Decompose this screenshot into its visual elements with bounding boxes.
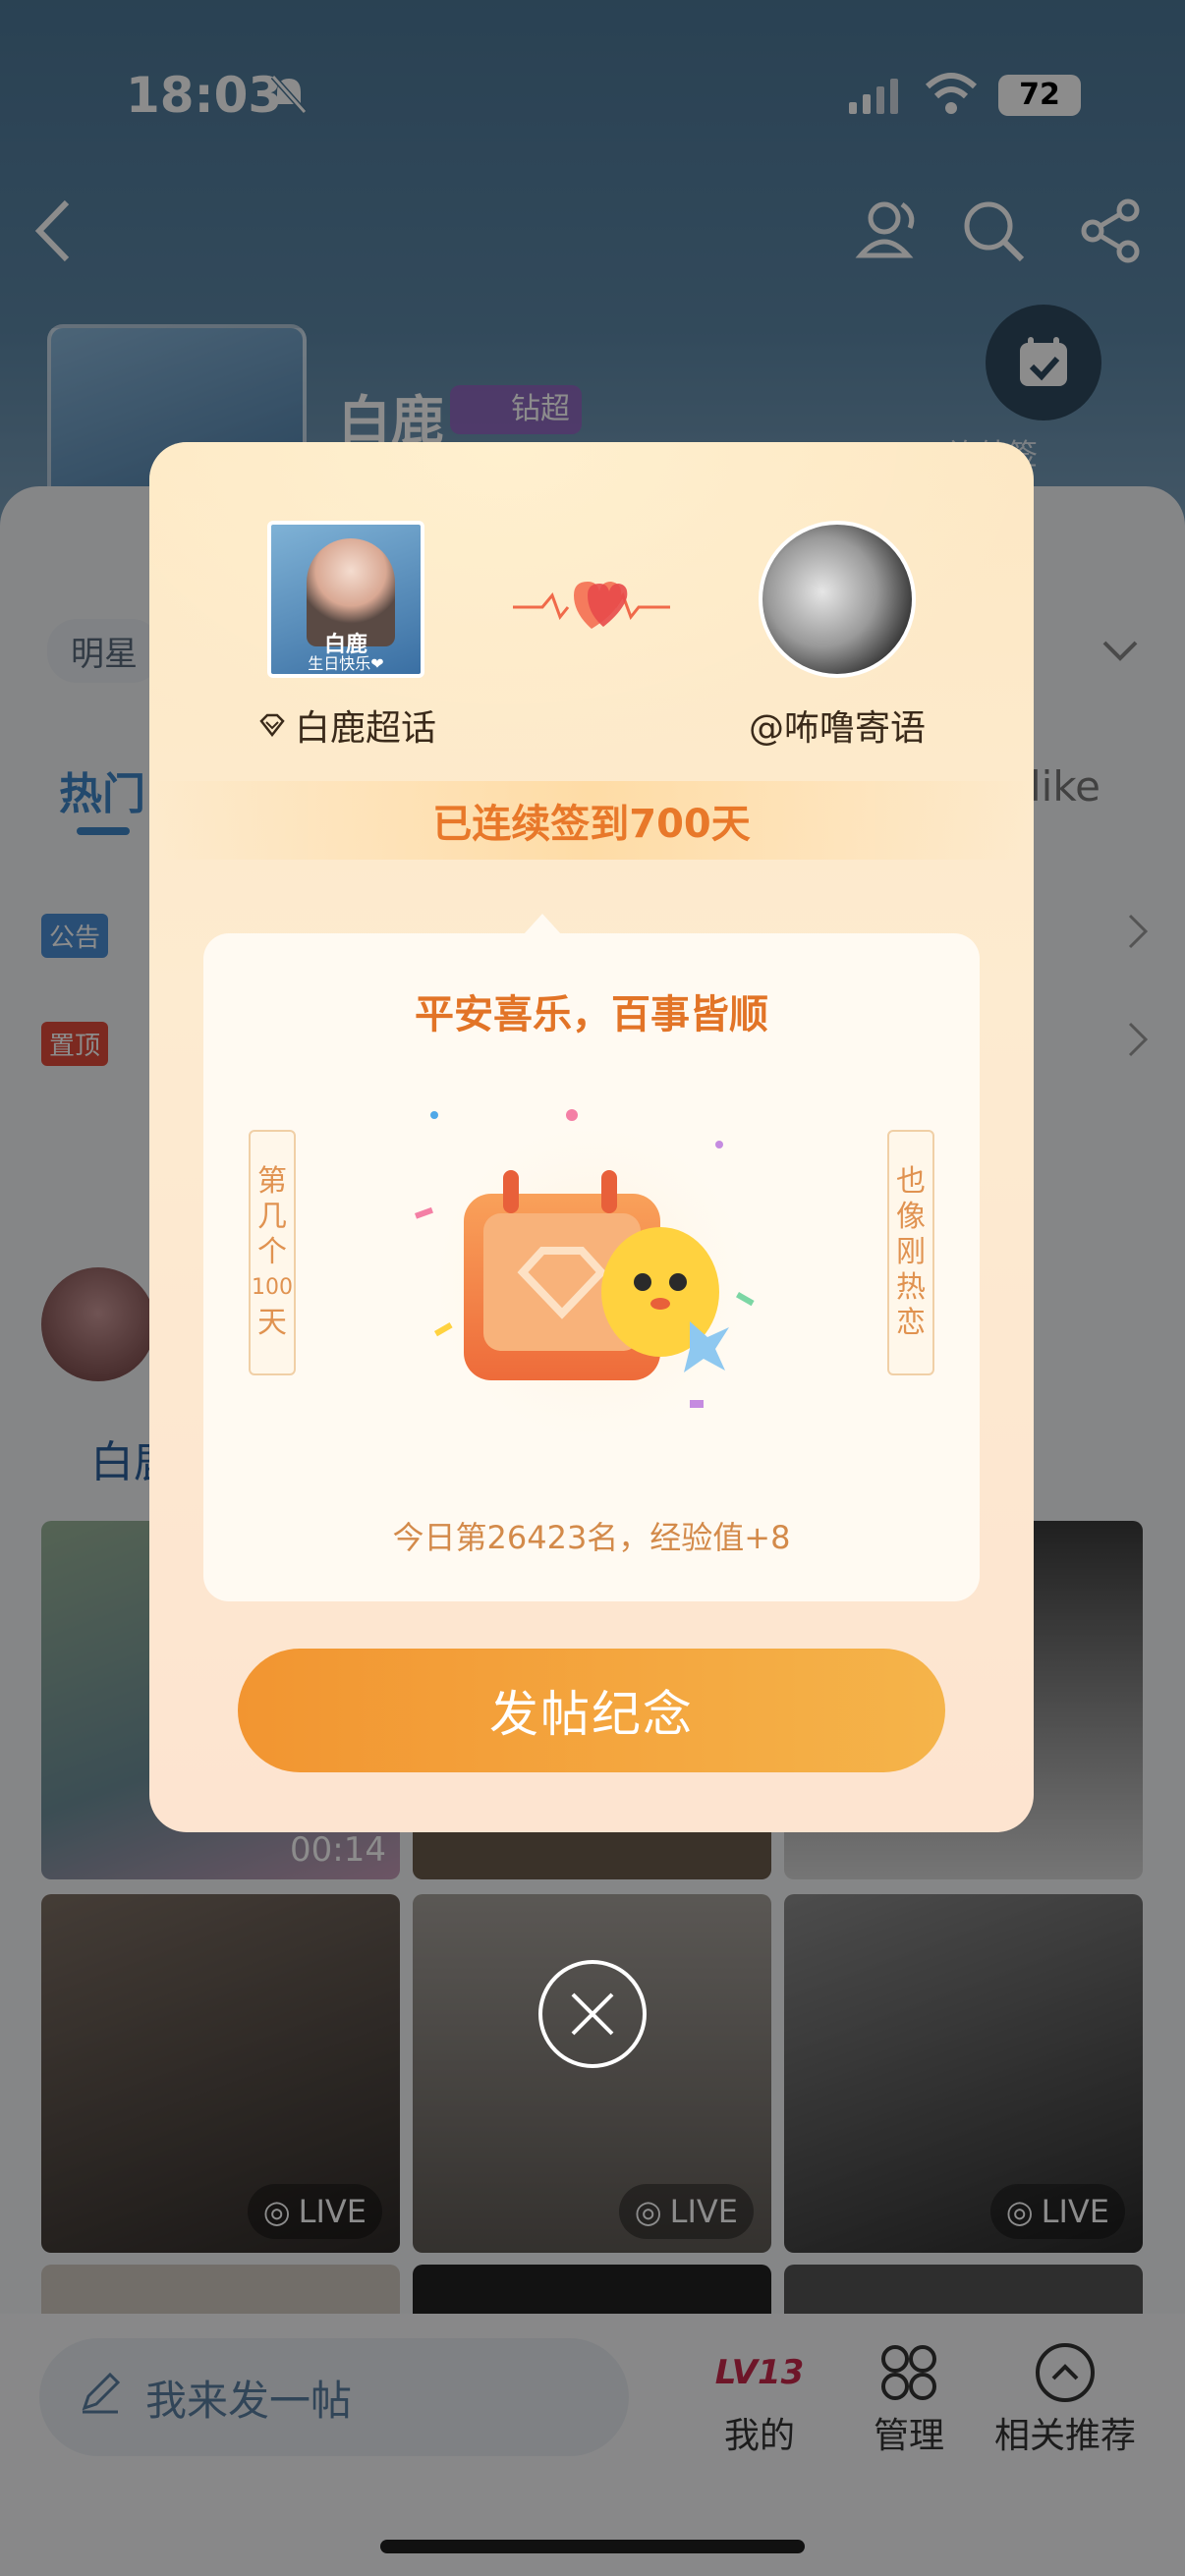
topic-avatar: 白鹿 生日快乐❤ (267, 521, 424, 678)
user-name-label: @咘噜寄语 (749, 708, 927, 749)
close-button[interactable] (538, 1960, 647, 2068)
post-commemorate-button[interactable]: 发帖纪念 (238, 1649, 945, 1772)
heartbeat-icon (513, 570, 670, 639)
topic-name-label: 白鹿超话 (257, 700, 436, 751)
right-banner-char: 恋 (896, 1306, 926, 1340)
left-banner-char: 100 (252, 1275, 293, 1300)
right-banner-char: 热 (896, 1270, 926, 1305)
left-banner: 第 几 个 100 天 (249, 1130, 296, 1375)
left-banner-char: 第 (257, 1164, 287, 1199)
left-banner-char: 天 (257, 1306, 287, 1340)
topic-avatar-caption-2: 生日快乐❤ (308, 654, 384, 673)
right-banner-char: 也 (896, 1164, 926, 1199)
rank-text: 今日第26423名，经验值+8 (392, 1519, 791, 1556)
topic-name-text: 白鹿超话 (295, 708, 437, 749)
close-icon (571, 1992, 614, 2036)
greeting-text: 平安喜乐，百事皆顺 (415, 992, 768, 1037)
diamond-icon (257, 705, 287, 746)
streak-text: 已连续签到700天 (149, 781, 1034, 860)
user-avatar (759, 521, 916, 678)
left-banner-char: 几 (257, 1200, 287, 1234)
checkin-dialog: 白鹿 生日快乐❤ 白鹿超话 @咘噜寄语 已连续签到700天 平安喜乐，百事皆顺 … (149, 442, 1034, 1832)
calendar-mascot-illustration (395, 1095, 788, 1469)
right-banner-char: 刚 (896, 1235, 926, 1269)
right-banner-char: 像 (896, 1200, 926, 1234)
blessing-card: 平安喜乐，百事皆顺 第 几 个 100 天 也 像 刚 热 恋 今日第26423… (203, 933, 980, 1601)
card-notch (523, 914, 562, 935)
left-banner-char: 个 (257, 1235, 287, 1269)
home-indicator[interactable] (380, 2540, 805, 2553)
right-banner: 也 像 刚 热 恋 (887, 1130, 934, 1375)
